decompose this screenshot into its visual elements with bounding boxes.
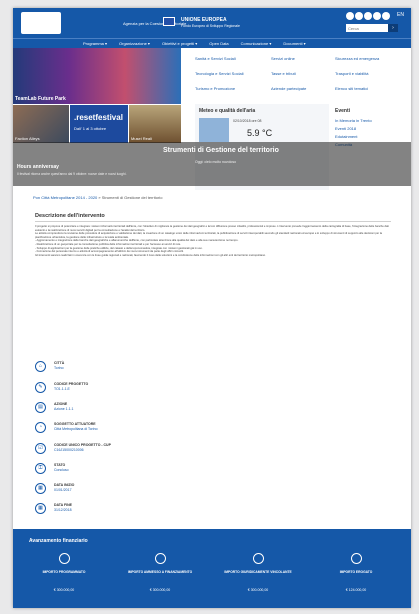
field-label: CODICE UNICO PROGETTO - CUP xyxy=(54,443,111,447)
weather-date: 02/10/2018 ore 08 xyxy=(233,119,262,123)
financial-label: IMPORTO GIURIDICAMENTE VINCOLANTE xyxy=(224,570,292,574)
field-label: AZIONE xyxy=(54,402,68,406)
eu-flag-icon xyxy=(163,17,175,26)
breadcrumb: Pon Città Metropolitane 2014 - 2020 » St… xyxy=(33,195,162,200)
field-value: 31/12/2018 xyxy=(54,508,72,512)
hero-tile-faction[interactable]: Faction Alleys xyxy=(13,105,69,143)
description-divider xyxy=(35,221,391,222)
breadcrumb-current: Strumenti di Gestione del territorio xyxy=(101,195,163,200)
financial-section: Avanzamento finanziario IMPORTO PROGRAMM… xyxy=(13,529,411,608)
start-date-icon: ▦ xyxy=(35,483,46,494)
code-icon: ✎ xyxy=(35,382,46,393)
quick-link[interactable]: Aziende partecipate xyxy=(271,86,306,91)
coin-icon xyxy=(58,553,70,564)
financial-label: IMPORTO AMMESSO A FINANZIAMENTO xyxy=(127,570,193,574)
event-item[interactable]: Eventi 2018 xyxy=(335,126,356,131)
weather-title: Meteo e qualità dell'aria xyxy=(199,108,256,114)
festival-logo-text: .resetfestival xyxy=(74,113,123,122)
search-button[interactable]: › xyxy=(388,24,398,32)
main-nav: Programma ▾ Organizzazione ▾ Obiettivi e… xyxy=(13,38,411,48)
top-header: Agenzia per la Coesione Territoriale UNI… xyxy=(13,8,411,38)
news-title[interactable]: Hours anniversay xyxy=(17,164,59,170)
region-text: Agenzia per la Coesione Territoriale xyxy=(123,21,187,26)
events-title: Eventi xyxy=(335,108,351,114)
description-body: Il progetto si propone di potenziare e i… xyxy=(35,225,391,257)
quick-link[interactable]: Tasse e tributi xyxy=(271,71,296,76)
nav-item-comunicazione[interactable]: Comunicazione ▾ xyxy=(241,39,272,48)
beneficiary-icon: ◔ xyxy=(35,422,46,433)
nav-item-programma[interactable]: Programma ▾ xyxy=(83,39,107,48)
nav-item-documenti[interactable]: Documenti ▾ xyxy=(283,39,305,48)
quick-link[interactable]: Trasporti e viabilità xyxy=(335,71,368,76)
nav-item-open-data[interactable]: Open Data xyxy=(209,39,228,48)
hero-tile-teamlab[interactable]: TeamLab Future Park xyxy=(13,48,181,104)
state-icon: ⚿ xyxy=(35,463,46,474)
financial-value: € 300.000,00 xyxy=(53,588,75,592)
field-value: TO1.1.1.E xyxy=(54,387,70,391)
field-value: C16J15000210006 xyxy=(54,448,84,452)
hero-tile-resetfestival[interactable]: .resetfestival Dall' 1 al 3 ottobre xyxy=(70,105,128,143)
field-value[interactable]: Azione 1.1.1 xyxy=(54,407,73,411)
quick-link[interactable]: Servizi online xyxy=(271,56,295,61)
field-value: 01/01/2017 xyxy=(54,488,72,492)
quick-link[interactable]: Sicurezza ed emergenza xyxy=(335,56,379,61)
language-switch[interactable]: EN xyxy=(397,12,404,18)
cup-icon: ☑ xyxy=(35,443,46,454)
hero-tile-caption: Musei Reali xyxy=(131,136,152,141)
coin-icon xyxy=(252,553,264,564)
financial-value: € 124.000,00 xyxy=(345,588,367,592)
breadcrumb-link[interactable]: Pon Città Metropolitane 2014 - 2020 xyxy=(33,195,97,200)
coin-icon xyxy=(154,553,166,564)
field-value: Città Metropolitana di Torino xyxy=(54,427,98,431)
quick-link[interactable]: Turismo e Promozione xyxy=(195,86,235,91)
weather-image xyxy=(199,118,229,142)
field-label: CITTÀ xyxy=(54,361,65,365)
quick-link[interactable]: Tecnologia e Servizi Sociali xyxy=(195,71,243,76)
hero-tile-musei[interactable]: Musei Reali xyxy=(129,105,181,143)
hero-tile-caption: TeamLab Future Park xyxy=(15,96,66,102)
nav-item-organizzazione[interactable]: Organizzazione ▾ xyxy=(119,39,150,48)
eu-text: UNIONE EUROPEA xyxy=(181,17,227,23)
field-label: CODICE PROGETTO xyxy=(54,382,89,386)
torino-logo[interactable] xyxy=(21,12,61,34)
financial-value: € 300.000,00 xyxy=(149,588,171,592)
quick-link[interactable]: Elenco siti tematici xyxy=(335,86,368,91)
financial-value: € 300.000,00 xyxy=(247,588,269,592)
financial-item: IMPORTO AMMESSO A FINANZIAMENTO € 300.00… xyxy=(117,553,203,592)
axis-icon: ▤ xyxy=(35,402,46,413)
event-item[interactable]: In Memoria in Trento xyxy=(335,118,372,123)
financial-item: IMPORTO PROGRAMMATO € 300.000,00 xyxy=(21,553,107,592)
nav-item-obiettivi[interactable]: Obiettivi e progetti ▾ xyxy=(162,39,197,48)
field-value: Concluso xyxy=(54,468,69,472)
city-icon: ⌂ xyxy=(35,361,46,372)
page-title: Strumenti di Gestione del territorio xyxy=(163,147,279,154)
description-paragraph: Gli interventi saranno realizzati in coe… xyxy=(35,253,266,257)
quick-link[interactable]: Sanità e Servizi Sociali xyxy=(195,56,236,61)
coin-icon xyxy=(350,553,362,564)
end-date-icon: ▦ xyxy=(35,503,46,514)
financial-title: Avanzamento finanziario xyxy=(29,538,88,544)
event-item[interactable]: Edutainment xyxy=(335,134,357,139)
weather-temp: 5.9 °C xyxy=(247,128,273,138)
hero-tile-caption: Faction Alleys xyxy=(15,136,40,141)
field-label: SOGGETTO ATTUATORE xyxy=(54,422,96,426)
financial-label: IMPORTO PROGRAMMATO xyxy=(42,570,86,574)
brand-logo-icon xyxy=(346,12,390,20)
financial-item: IMPORTO GIURIDICAMENTE VINCOLANTE € 300.… xyxy=(215,553,301,592)
page: Agenzia per la Coesione Territoriale UNI… xyxy=(13,8,411,608)
financial-item: IMPORTO EROGATO € 124.000,00 xyxy=(313,553,399,592)
field-label: DATA FINE xyxy=(54,503,73,507)
news-text: Il festival ritorna anche quest'anno dal… xyxy=(17,172,127,176)
hero-section: TeamLab Future Park Faction Alleys .rese… xyxy=(13,48,411,194)
eu-sub-text: Fondo Europeo di Sviluppo Regionale xyxy=(181,24,240,28)
weather-note: Oggi: cielo molto nuvoloso xyxy=(195,160,237,164)
field-label: STATO xyxy=(54,463,66,467)
festival-sub-text: Dall' 1 al 3 ottobre xyxy=(74,126,107,131)
search-input[interactable] xyxy=(346,24,388,32)
financial-label: IMPORTO EROGATO xyxy=(339,570,373,574)
field-label: DATA INIZIO xyxy=(54,483,75,487)
description-title: Descrizione dell'intervento xyxy=(35,213,105,219)
field-value[interactable]: Torino xyxy=(54,366,64,370)
